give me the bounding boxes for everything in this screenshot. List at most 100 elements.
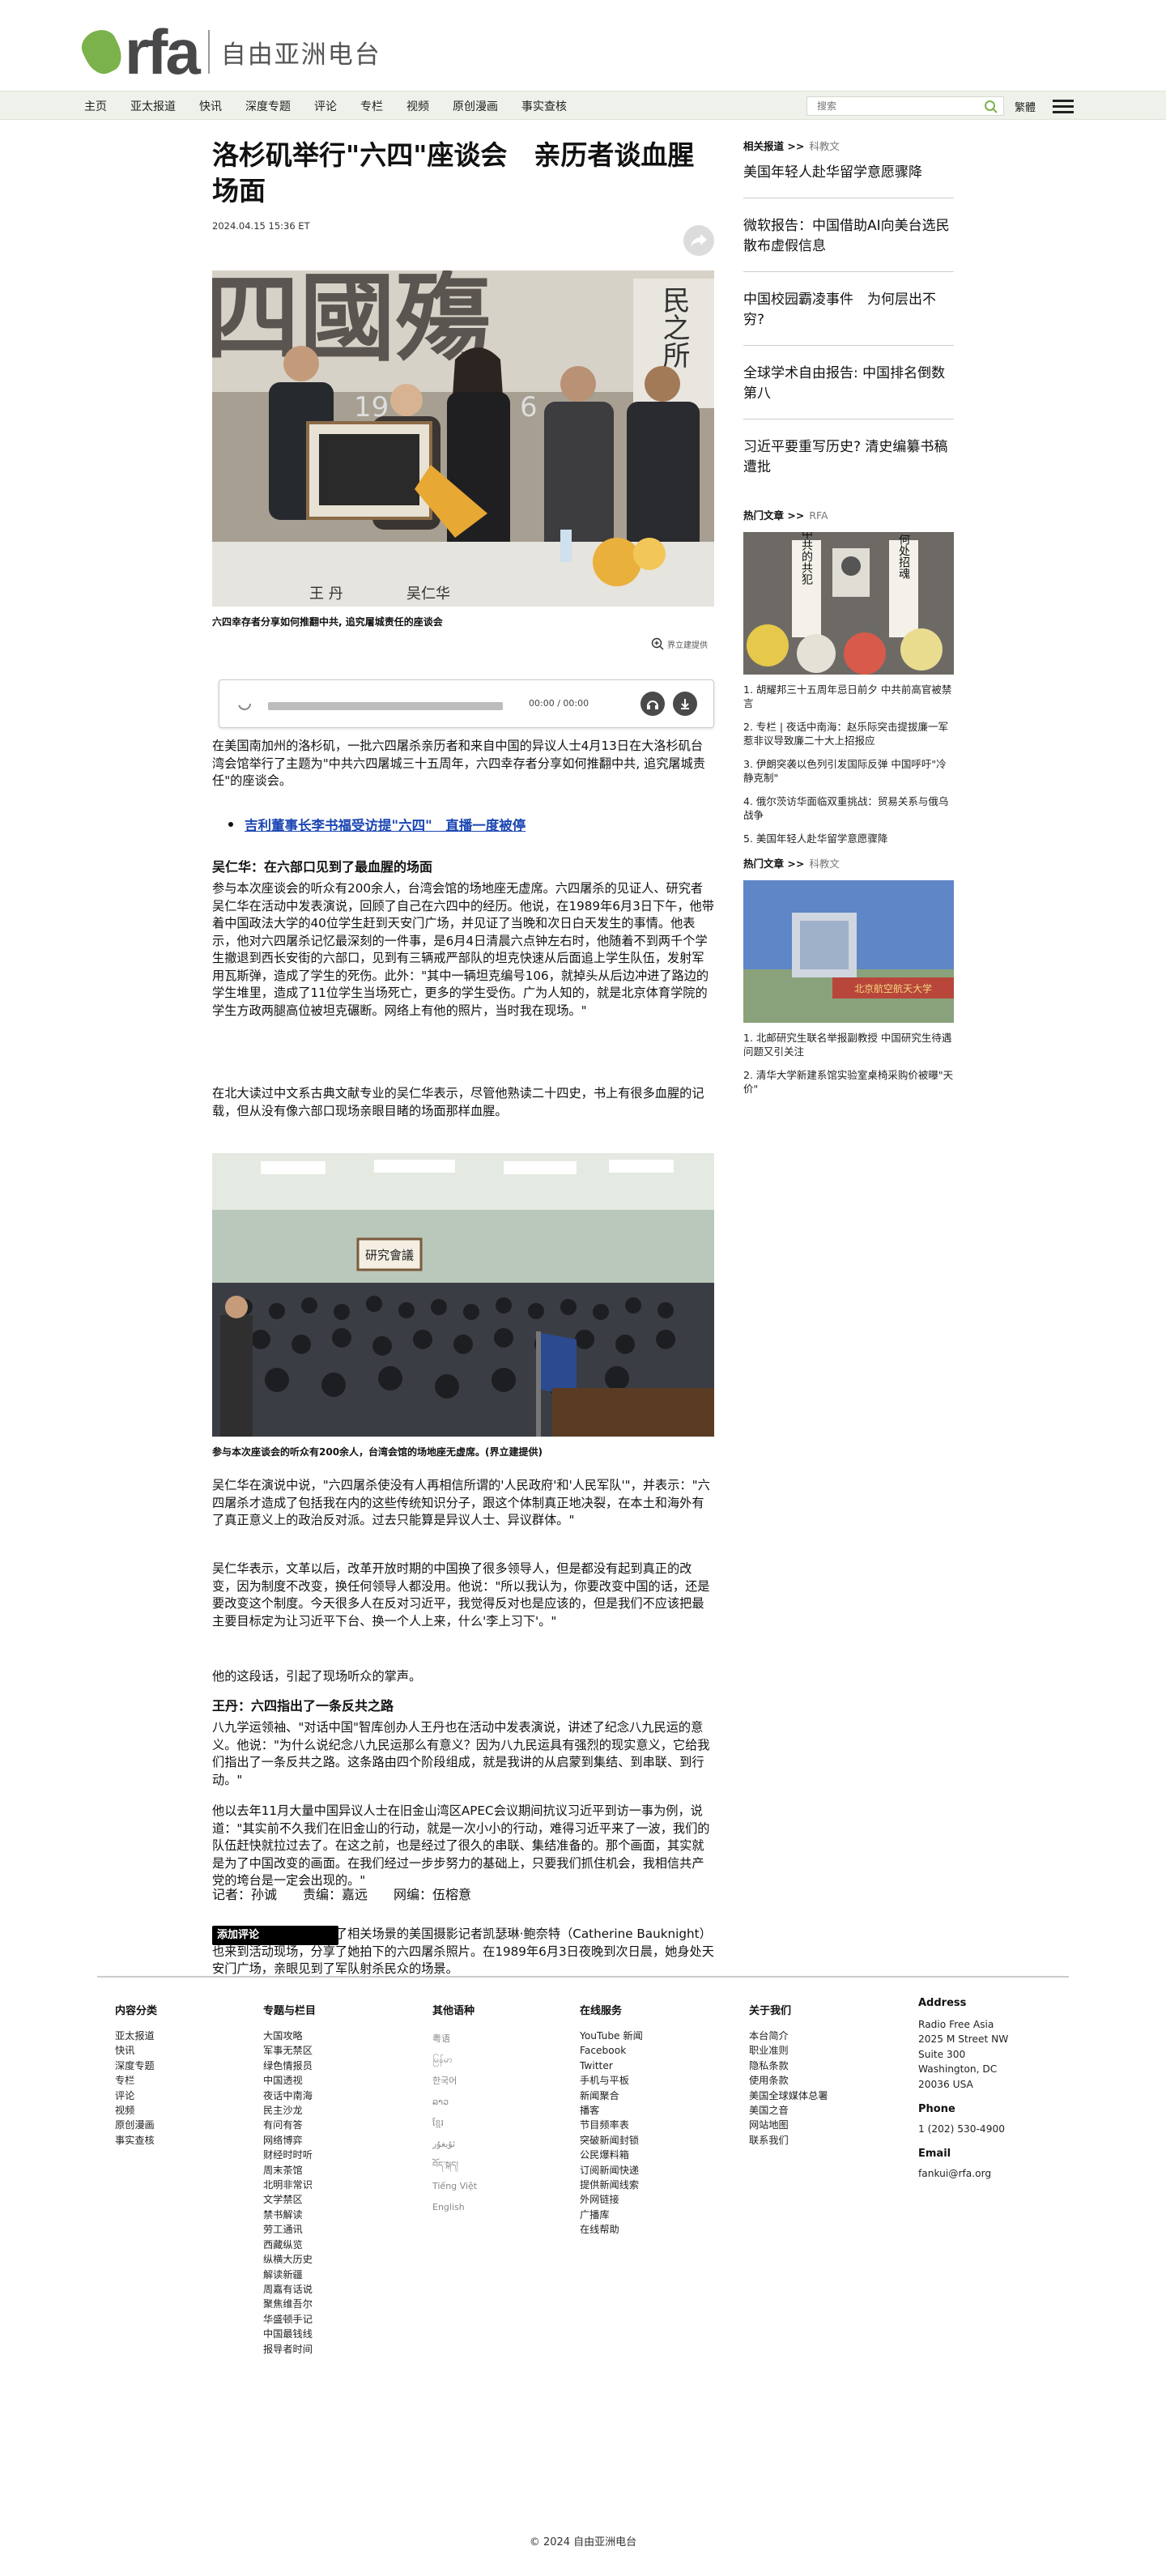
footer-link[interactable]: 订阅新闻快递	[580, 2163, 643, 2178]
footer-link[interactable]: 中国透视	[263, 2073, 316, 2088]
search-icon[interactable]	[984, 100, 998, 114]
footer-link[interactable]: 职业准则	[749, 2043, 828, 2058]
share-icon[interactable]	[683, 225, 714, 256]
footer-link[interactable]: 隐私条款	[749, 2059, 828, 2073]
related-link-text[interactable]: 吉利董事长李书福受访提"六四" 直播一度被停	[245, 815, 526, 834]
hot-item[interactable]: 5. 美国年轻人赴华留学意愿骤降	[743, 832, 954, 845]
nav-item-home[interactable]: 主页	[84, 98, 107, 114]
hot2-label[interactable]: 热门文章 >>	[743, 858, 804, 870]
audience-photo[interactable]: 研究會議	[212, 1153, 714, 1437]
footer-link[interactable]: 亚太报道	[115, 2029, 157, 2043]
footer-link[interactable]: 网络博弈	[263, 2133, 316, 2148]
hot-item[interactable]: 4. 俄尔茨访华面临双重挑战：贸易关系与俄乌战争	[743, 794, 954, 822]
footer-link[interactable]: YouTube 新闻	[580, 2029, 643, 2043]
footer-link[interactable]: 解读新疆	[263, 2267, 316, 2282]
footer-link[interactable]: 新闻聚合	[580, 2088, 643, 2103]
download-icon[interactable]	[673, 692, 697, 716]
footer-link[interactable]: 联系我们	[749, 2133, 828, 2148]
article-photo-panel[interactable]: 四國殤 民之所 19 6 王 丹 吴仁华	[212, 270, 714, 607]
footer-link[interactable]: 本台简介	[749, 2029, 828, 2043]
footer-link[interactable]: 中国最钱线	[263, 2327, 316, 2341]
language-link[interactable]: 한국어	[432, 2071, 477, 2092]
footer-link[interactable]: 快讯	[115, 2043, 157, 2058]
footer-link[interactable]: 财经时时听	[263, 2148, 316, 2162]
footer-link[interactable]: 报导者时间	[263, 2342, 316, 2357]
podcast-icon[interactable]	[640, 692, 665, 716]
footer-link[interactable]: 劳工通讯	[263, 2222, 316, 2237]
hot1-image[interactable]: 中共的共犯 何处招魂	[743, 532, 954, 675]
related-item[interactable]: 全球学术自由报告: 中国排名倒数第八	[743, 364, 954, 419]
footer-link[interactable]: Facebook	[580, 2043, 643, 2058]
footer-link[interactable]: 专栏	[115, 2073, 157, 2088]
hot-item[interactable]: 3. 伊朗突袭以色列引发国际反弹 中国呼吁"冷静克制"	[743, 757, 954, 785]
hot1-label[interactable]: 热门文章 >>	[743, 509, 804, 522]
footer-link[interactable]: 聚焦维吾尔	[263, 2297, 316, 2311]
footer-link[interactable]: 评论	[115, 2088, 157, 2103]
nav-item-fact-check[interactable]: 事实查核	[521, 98, 567, 114]
footer-link[interactable]: 突破新闻封锁	[580, 2133, 643, 2148]
footer-link[interactable]: 华盛顿手记	[263, 2312, 316, 2327]
footer-link[interactable]: 大国攻略	[263, 2029, 316, 2043]
language-link[interactable]: བོད་སྐད།	[432, 2155, 477, 2176]
nav-item-breaking[interactable]: 快讯	[199, 98, 222, 114]
nav-item-commentary[interactable]: 评论	[314, 98, 337, 114]
footer-link[interactable]: 夜话中南海	[263, 2088, 316, 2103]
related-label[interactable]: 相关报道 >>	[743, 140, 804, 152]
footer-link[interactable]: 广播库	[580, 2208, 643, 2222]
nav-item-asia-pacific[interactable]: 亚太报道	[130, 98, 176, 114]
footer-link[interactable]: 美国之音	[749, 2103, 828, 2118]
photo1-credit[interactable]: 界立建提供	[651, 637, 708, 650]
footer-link[interactable]: 视频	[115, 2103, 157, 2118]
hot-item[interactable]: 1. 胡耀邦三十五周年忌日前夕 中共前高官被禁言	[743, 683, 954, 710]
hot-articles-header-1[interactable]: 热门文章 >> RFA	[743, 507, 954, 522]
footer-link[interactable]: 使用条款	[749, 2073, 828, 2088]
footer-link[interactable]: 播客	[580, 2103, 643, 2118]
nav-item-columns[interactable]: 专栏	[360, 98, 383, 114]
nav-item-video[interactable]: 视频	[406, 98, 429, 114]
hot-articles-header-2[interactable]: 热门文章 >> 科教文	[743, 855, 954, 871]
related-item[interactable]: 美国年轻人赴华留学意愿骤降	[743, 163, 954, 198]
language-link[interactable]: မြန်မာ	[432, 2050, 477, 2071]
nav-item-comics[interactable]: 原创漫画	[453, 98, 498, 114]
search-input[interactable]	[807, 97, 974, 115]
footer-link[interactable]: 文学禁区	[263, 2192, 316, 2207]
rfa-logo[interactable]: rfa 自由亚洲电台	[76, 19, 381, 84]
related-item[interactable]: 微软报告：中国借助AI向美台选民散布虚假信息	[743, 216, 954, 272]
footer-link[interactable]: 深度专题	[115, 2059, 157, 2073]
audio-loading-icon[interactable]	[237, 696, 252, 712]
hot-item[interactable]: 2. 专栏 | 夜话中南海：赵乐际突击提拔廉一军惹非议导致廉二十大上招报应	[743, 720, 954, 747]
related-link-bullet[interactable]: 吉利董事长李书福受访提"六四" 直播一度被停	[228, 815, 526, 834]
language-link[interactable]: Tiếng Việt	[432, 2176, 477, 2197]
audio-progress-track[interactable]	[268, 702, 503, 710]
language-link[interactable]: ລາວ	[432, 2092, 477, 2113]
hamburger-menu-icon[interactable]	[1053, 100, 1074, 114]
footer-link[interactable]: 民主沙龙	[263, 2103, 316, 2118]
hot2-image[interactable]: 北京航空航天大学	[743, 880, 954, 1023]
phone-number[interactable]: 1 (202) 530-4900	[918, 2122, 1008, 2136]
footer-link[interactable]: 手机与平板	[580, 2073, 643, 2088]
footer-link[interactable]: 纵横大历史	[263, 2252, 316, 2267]
footer-link[interactable]: 周嘉有话说	[263, 2282, 316, 2297]
footer-link[interactable]: 北明非常识	[263, 2178, 316, 2192]
footer-link[interactable]: 绿色情报员	[263, 2059, 316, 2073]
nav-item-in-depth[interactable]: 深度专题	[245, 98, 291, 114]
footer-link[interactable]: 军事无禁区	[263, 2043, 316, 2058]
language-link[interactable]: 粤语	[432, 2029, 477, 2050]
traditional-chinese-link[interactable]: 繁體	[1015, 99, 1036, 114]
footer-link[interactable]: 提供新闻线索	[580, 2178, 643, 2192]
email-address[interactable]: fankui@rfa.org	[918, 2166, 1008, 2181]
add-comment-button[interactable]: 添加评论	[212, 1926, 338, 1945]
language-link[interactable]: ئۇيغۇر	[432, 2134, 477, 2155]
footer-link[interactable]: 公民爆料箱	[580, 2148, 643, 2162]
footer-link[interactable]: 在线帮助	[580, 2222, 643, 2237]
footer-link[interactable]: 美国全球媒体总署	[749, 2088, 828, 2103]
related-item[interactable]: 中国校园霸凌事件 为何层出不穷?	[743, 290, 954, 346]
related-header[interactable]: 相关报道 >> 科教文	[743, 138, 954, 153]
footer-link[interactable]: 网站地图	[749, 2118, 828, 2132]
related-item[interactable]: 习近平要重写历史? 清史编纂书稿遭批	[743, 437, 954, 492]
footer-link[interactable]: 外网链接	[580, 2192, 643, 2207]
language-link[interactable]: English	[432, 2197, 477, 2218]
footer-link[interactable]: 有问有答	[263, 2118, 316, 2132]
footer-link[interactable]: 禁书解读	[263, 2208, 316, 2222]
language-link[interactable]: ខ្មែរ	[432, 2113, 477, 2134]
